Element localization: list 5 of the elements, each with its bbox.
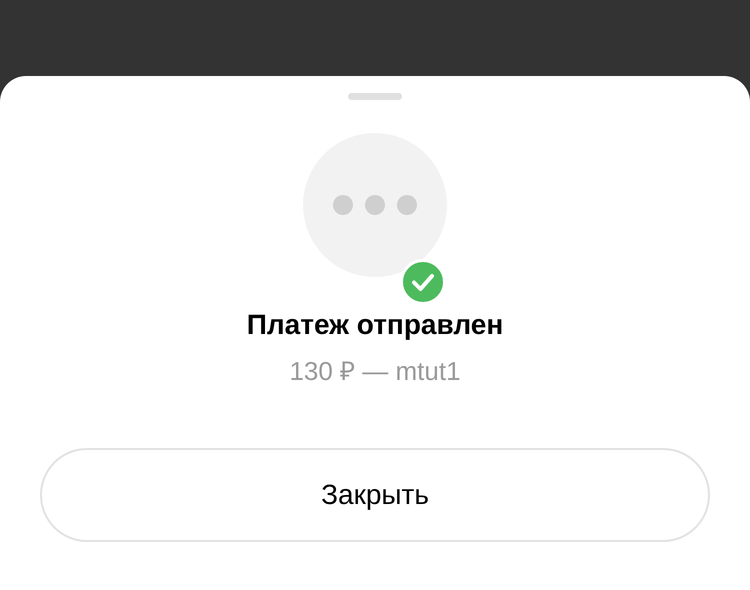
status-title: Платеж отправлен — [246, 308, 504, 342]
ellipsis-icon — [333, 195, 417, 215]
close-button[interactable]: Закрыть — [40, 448, 710, 542]
payment-details: 130 ₽ — mtut1 — [289, 355, 461, 388]
drag-handle[interactable] — [348, 93, 402, 100]
